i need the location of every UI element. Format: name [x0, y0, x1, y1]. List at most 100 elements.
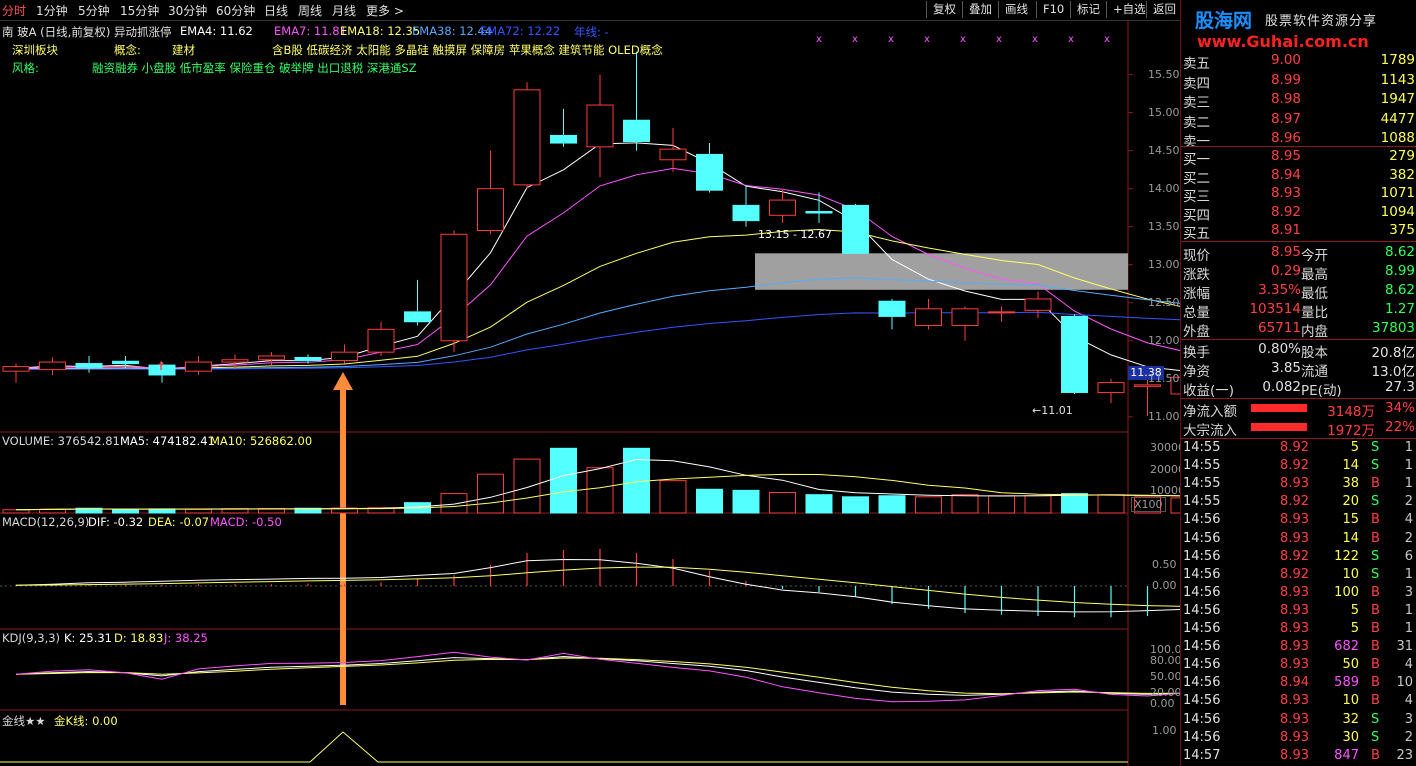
tool-button-4[interactable]: 标记	[1070, 1, 1106, 18]
tick-time: 14:56	[1183, 693, 1221, 709]
candle-body	[75, 363, 103, 368]
signal-marker: x	[960, 34, 966, 45]
buy-row-price: 8.92	[1270, 203, 1301, 220]
macd-dif: DIF: -0.32	[88, 515, 144, 529]
stat-row-label2: 最低	[1301, 286, 1328, 302]
sell-row-label: 卖五	[1183, 56, 1210, 72]
buy-row-label: 买三	[1183, 189, 1210, 205]
sell-row[interactable]: 卖四 8.99 1143	[1181, 72, 1416, 92]
tick-side: B	[1371, 512, 1380, 528]
tool-button-1[interactable]: 叠加	[962, 1, 998, 18]
tick-time: 14:56	[1183, 621, 1221, 636]
period-tab-2[interactable]: 5分钟	[78, 2, 110, 19]
tick-side: B	[1371, 639, 1380, 655]
stat-row-label2: 最高	[1301, 267, 1328, 283]
period-tab-1[interactable]: 1分钟	[36, 2, 68, 19]
candle-body	[367, 328, 395, 353]
tick-side: S	[1371, 494, 1380, 510]
sell-row-volume: 1088	[1380, 130, 1415, 146]
stat-row-label1: 现价	[1183, 248, 1210, 264]
kdj-line	[15, 655, 1180, 696]
period-tab-8[interactable]: 月线	[332, 2, 356, 19]
candle-body	[331, 351, 358, 362]
tick-volume: 14	[1342, 530, 1359, 546]
macd-tick: 0.50	[1152, 558, 1177, 571]
tick-price: 8.93	[1280, 584, 1309, 600]
tick-row: 14:55 8.92 14 S 1	[1181, 458, 1416, 476]
candle-body	[769, 199, 796, 216]
candle-body	[550, 134, 577, 144]
stat-row: 涨幅 3.35% 最低 8.62	[1181, 282, 1416, 302]
volume-bar	[586, 467, 614, 514]
price-tick: 13.50	[1148, 219, 1180, 233]
concept-industry: 建材	[172, 43, 195, 57]
sell-row[interactable]: 卖二 8.97 4477	[1181, 110, 1416, 131]
ema-legend-item-2: EMA18: 12.35	[340, 24, 421, 38]
tick-side: B	[1371, 476, 1380, 492]
tick-row: 14:56 8.92 10 S 1	[1181, 567, 1416, 585]
candle-body	[1024, 298, 1052, 311]
buy-row[interactable]: 买三 8.93 1071	[1181, 185, 1416, 205]
buy-row[interactable]: 买二 8.94 382	[1181, 167, 1416, 187]
period-tab-4[interactable]: 30分钟	[168, 2, 207, 19]
period-tab-9[interactable]: 更多 >	[366, 2, 404, 19]
ema-line-72	[15, 311, 1180, 371]
buy-row[interactable]: 买一 8.95 279	[1181, 148, 1416, 168]
tick-row: 14:56 8.93 100 B 3	[1181, 585, 1416, 603]
buy-row-label: 买二	[1183, 170, 1210, 187]
period-tab-0[interactable]: 分时	[2, 2, 26, 19]
tick-time: 14:55	[1183, 476, 1221, 492]
volume-bar	[440, 493, 468, 514]
candle-body	[2, 366, 30, 372]
candle-body	[112, 360, 139, 365]
stat-row-value2: 1.27	[1384, 301, 1415, 317]
candle-body	[294, 356, 322, 362]
buy-row[interactable]: 买五 8.91 375	[1181, 222, 1416, 242]
candle-body	[696, 153, 723, 191]
tick-count: 1	[1404, 476, 1413, 492]
stat-row-value2: 8.62	[1384, 244, 1415, 260]
flow-bar	[1251, 404, 1307, 412]
buy-row[interactable]: 买四 8.92 1094	[1181, 203, 1416, 224]
tool-button-3[interactable]: F10	[1036, 1, 1070, 18]
tool-button-6[interactable]: 返回	[1146, 1, 1182, 18]
ema-legend-item-0: EMA4: 11.62	[180, 24, 253, 38]
price-tick: 13.00	[1148, 257, 1180, 271]
tick-count: 2	[1404, 530, 1413, 546]
flow-pct: 22%	[1384, 419, 1415, 435]
divider	[1181, 146, 1416, 147]
candle-body	[915, 308, 942, 327]
volume-bar	[732, 489, 760, 514]
stat-row-label2: 量比	[1301, 305, 1328, 321]
tick-volume: 30	[1342, 729, 1359, 745]
period-tab-3[interactable]: 15分钟	[120, 2, 159, 19]
sell-row-label: 卖二	[1183, 114, 1210, 131]
candle-body	[440, 233, 468, 342]
volume-bar	[842, 496, 869, 514]
buy-row-label: 买四	[1183, 207, 1210, 224]
stat-row: 总量 103514 量比 1.27	[1181, 301, 1416, 321]
price-tick: 14.00	[1148, 181, 1180, 195]
tick-volume: 32	[1342, 711, 1359, 727]
buy-marker: ✝	[156, 359, 166, 373]
period-tab-6[interactable]: 日线	[264, 2, 288, 19]
period-tab-7[interactable]: 周线	[298, 2, 322, 19]
tool-button-5[interactable]: +自选	[1106, 1, 1152, 18]
sell-row-price: 8.97	[1270, 110, 1301, 127]
candle-body	[805, 210, 833, 214]
volume-bar	[769, 492, 796, 514]
period-tab-5[interactable]: 60分钟	[216, 2, 255, 19]
kline-chart-area[interactable]: x x x x x x x x x ✝	[0, 20, 1180, 766]
signal-marker: x	[1032, 34, 1038, 45]
ema-legend-item-4: EMA72: 12.22	[480, 24, 561, 38]
sell-row[interactable]: 卖三 8.98 1947	[1181, 91, 1416, 111]
tick-row: 14:55 8.92 20 S 2	[1181, 494, 1416, 512]
tool-button-2[interactable]: 画线	[998, 1, 1034, 18]
macd-dea: DEA: -0.07	[148, 515, 210, 529]
tick-row: 14:56 8.93 15 B 4	[1181, 512, 1416, 530]
sell-row[interactable]: 卖五 9.00 1789	[1181, 52, 1416, 72]
flow-bar	[1251, 423, 1307, 431]
tool-button-0[interactable]: 复权	[926, 1, 962, 18]
stat2-row-label1: 净资	[1183, 364, 1210, 380]
volume-bar	[1097, 494, 1125, 514]
